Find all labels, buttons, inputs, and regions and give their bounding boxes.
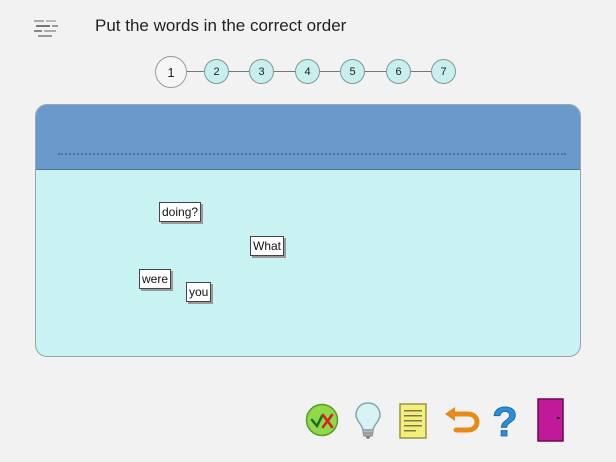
step-3[interactable]: 3 — [249, 59, 274, 84]
exercise-board: doing? What were you — [35, 104, 581, 357]
notes-icon — [399, 403, 427, 439]
notes-button[interactable] — [398, 403, 428, 439]
help-icon: ? — [492, 398, 518, 446]
answer-drop-area[interactable] — [36, 105, 580, 170]
hint-button[interactable] — [354, 401, 382, 441]
step-2[interactable]: 2 — [204, 59, 229, 84]
undo-icon — [445, 407, 480, 433]
list-order-icon — [33, 18, 63, 40]
word-card-you[interactable]: you — [186, 282, 212, 302]
svg-text:?: ? — [492, 398, 518, 442]
page-title: Put the words in the correct order — [95, 16, 347, 35]
word-card-doing[interactable]: doing? — [159, 202, 202, 222]
check-answer-button[interactable] — [305, 403, 339, 437]
undo-button[interactable] — [442, 407, 480, 437]
step-1[interactable]: 1 — [155, 56, 187, 88]
step-4[interactable]: 4 — [295, 59, 320, 84]
lightbulb-icon — [355, 402, 381, 439]
help-button[interactable]: ? — [489, 398, 521, 446]
exit-door-icon — [537, 398, 564, 442]
answer-dotted-line — [58, 153, 566, 155]
step-navigation: 1 2 3 4 5 6 7 — [155, 56, 460, 88]
step-6[interactable]: 6 — [386, 59, 411, 84]
check-answer-icon — [305, 403, 339, 437]
word-card-were[interactable]: were — [139, 269, 172, 289]
step-5[interactable]: 5 — [340, 59, 365, 84]
word-card-what[interactable]: What — [250, 236, 285, 256]
step-7[interactable]: 7 — [431, 59, 456, 84]
exit-button[interactable] — [537, 398, 564, 442]
